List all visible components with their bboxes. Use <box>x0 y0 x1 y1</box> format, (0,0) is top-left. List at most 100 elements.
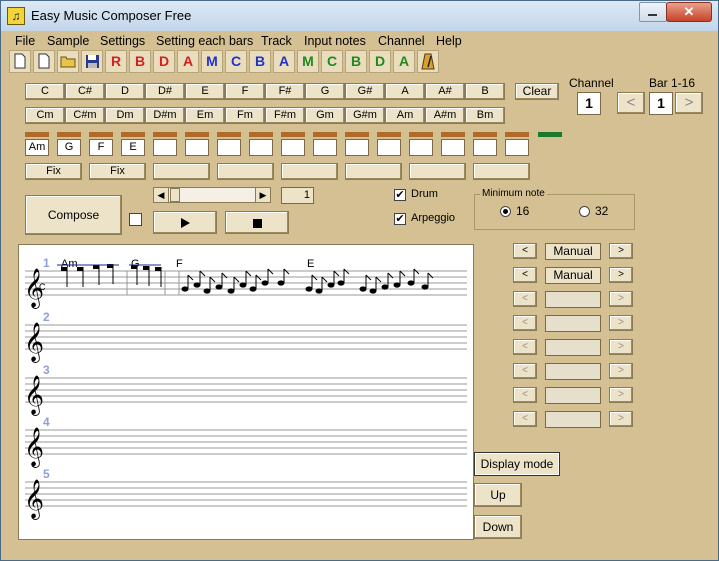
menu-sample[interactable]: Sample <box>47 34 89 48</box>
bar-chord-box[interactable] <box>345 139 369 156</box>
bar-chord-box[interactable]: E <box>121 139 145 156</box>
track-mode-field[interactable] <box>545 363 601 380</box>
chord-button[interactable]: G <box>305 83 345 100</box>
chord-button[interactable]: E <box>185 83 225 100</box>
chord-button[interactable]: G# <box>345 83 385 100</box>
bar-indicator[interactable] <box>217 132 241 137</box>
menu-setting-each-bars[interactable]: Setting each bars <box>156 34 253 48</box>
menu-help[interactable]: Help <box>436 34 462 48</box>
channel-value[interactable]: 1 <box>577 92 601 115</box>
toolbar-letter-12[interactable]: D <box>369 50 391 73</box>
chord-minor-button[interactable]: G#m <box>345 107 385 124</box>
toolbar-letter-2[interactable]: B <box>129 50 151 73</box>
chord-minor-button[interactable]: D#m <box>145 107 185 124</box>
fix-button[interactable] <box>345 163 402 180</box>
chord-minor-button[interactable]: Fm <box>225 107 265 124</box>
drum-checkbox[interactable]: ✔ <box>394 189 406 201</box>
bar-chord-box[interactable] <box>185 139 209 156</box>
track-mode-field[interactable] <box>545 315 601 332</box>
fix-button[interactable]: Fix <box>25 163 82 180</box>
track-mode-field[interactable] <box>545 387 601 404</box>
chord-minor-button[interactable]: Cm <box>25 107 65 124</box>
slider-left-arrow[interactable]: ◀ <box>154 188 169 202</box>
close-button[interactable]: ✕ <box>666 2 712 22</box>
bar-value[interactable]: 1 <box>649 92 673 115</box>
bar-chord-box[interactable]: Am <box>25 139 49 156</box>
track-prev-button[interactable]: < <box>513 411 537 427</box>
bar-indicator[interactable] <box>249 132 273 137</box>
bar-indicator[interactable] <box>505 132 529 137</box>
display-mode-button[interactable]: Display mode <box>474 452 560 476</box>
up-button[interactable]: Up <box>474 483 522 507</box>
toolbar-letter-9[interactable]: M <box>297 50 319 73</box>
new-file-icon[interactable] <box>9 50 31 73</box>
toolbar-letter-6[interactable]: C <box>225 50 247 73</box>
chord-button[interactable]: F <box>225 83 265 100</box>
minimize-button[interactable] <box>639 2 667 22</box>
bar-chord-box[interactable] <box>153 139 177 156</box>
track-prev-button[interactable]: < <box>513 363 537 379</box>
track-mode-field[interactable]: Manual <box>545 243 601 260</box>
fix-button[interactable] <box>153 163 210 180</box>
bar-chord-box[interactable]: G <box>57 139 81 156</box>
track-next-button[interactable]: > <box>609 315 633 331</box>
toolbar-letter-4[interactable]: A <box>177 50 199 73</box>
chord-minor-button[interactable]: F#m <box>265 107 305 124</box>
toolbar-letter-5[interactable]: M <box>201 50 223 73</box>
bar-indicator[interactable] <box>409 132 433 137</box>
compose-checkbox[interactable] <box>129 213 142 226</box>
track-next-button[interactable]: > <box>609 339 633 355</box>
chord-minor-button[interactable]: Gm <box>305 107 345 124</box>
slider-thumb[interactable] <box>170 188 180 202</box>
bar-chord-box[interactable] <box>377 139 401 156</box>
bar-indicator[interactable] <box>377 132 401 137</box>
minimum-note-16-radio[interactable] <box>500 206 511 217</box>
track-prev-button[interactable]: < <box>513 243 537 259</box>
bar-indicator[interactable] <box>441 132 465 137</box>
toolbar-letter-7[interactable]: B <box>249 50 271 73</box>
bar-chord-box[interactable] <box>249 139 273 156</box>
track-next-button[interactable]: > <box>609 291 633 307</box>
track-mode-field[interactable] <box>545 291 601 308</box>
chord-minor-button[interactable]: A#m <box>425 107 465 124</box>
track-next-button[interactable]: > <box>609 363 633 379</box>
toolbar-letter-3[interactable]: D <box>153 50 175 73</box>
play-button[interactable] <box>153 211 217 234</box>
chord-button[interactable]: F# <box>265 83 305 100</box>
arpeggio-checkbox[interactable]: ✔ <box>394 213 406 225</box>
bar-chord-box[interactable] <box>505 139 529 156</box>
bar-prev-button[interactable]: < <box>617 92 645 114</box>
track-mode-field[interactable] <box>545 339 601 356</box>
bar-indicator[interactable] <box>153 132 177 137</box>
chord-button[interactable]: A# <box>425 83 465 100</box>
track-mode-field[interactable] <box>545 411 601 428</box>
chord-minor-button[interactable]: Em <box>185 107 225 124</box>
track-next-button[interactable]: > <box>609 243 633 259</box>
fix-button[interactable] <box>473 163 530 180</box>
toolbar-letter-8[interactable]: A <box>273 50 295 73</box>
bar-chord-box[interactable]: F <box>89 139 113 156</box>
chord-button[interactable]: B <box>465 83 505 100</box>
bar-chord-box[interactable] <box>409 139 433 156</box>
toolbar-letter-11[interactable]: B <box>345 50 367 73</box>
bar-chord-box[interactable] <box>217 139 241 156</box>
track-mode-field[interactable]: Manual <box>545 267 601 284</box>
position-slider[interactable]: ◀ ▶ <box>153 187 271 203</box>
bar-chord-box[interactable] <box>281 139 305 156</box>
track-prev-button[interactable]: < <box>513 315 537 331</box>
menu-track[interactable]: Track <box>261 34 292 48</box>
menu-input-notes[interactable]: Input notes <box>304 34 366 48</box>
new-document-icon[interactable] <box>33 50 55 73</box>
down-button[interactable]: Down <box>474 515 522 539</box>
toolbar-letter-13[interactable]: A <box>393 50 415 73</box>
bar-indicator[interactable] <box>281 132 305 137</box>
track-prev-button[interactable]: < <box>513 387 537 403</box>
bar-chord-box[interactable] <box>441 139 465 156</box>
track-next-button[interactable]: > <box>609 387 633 403</box>
chord-minor-button[interactable]: Am <box>385 107 425 124</box>
bar-indicator[interactable] <box>57 132 81 137</box>
chord-minor-button[interactable]: Dm <box>105 107 145 124</box>
stop-button[interactable] <box>225 211 289 234</box>
chord-button[interactable]: D# <box>145 83 185 100</box>
menu-channel[interactable]: Channel <box>378 34 425 48</box>
